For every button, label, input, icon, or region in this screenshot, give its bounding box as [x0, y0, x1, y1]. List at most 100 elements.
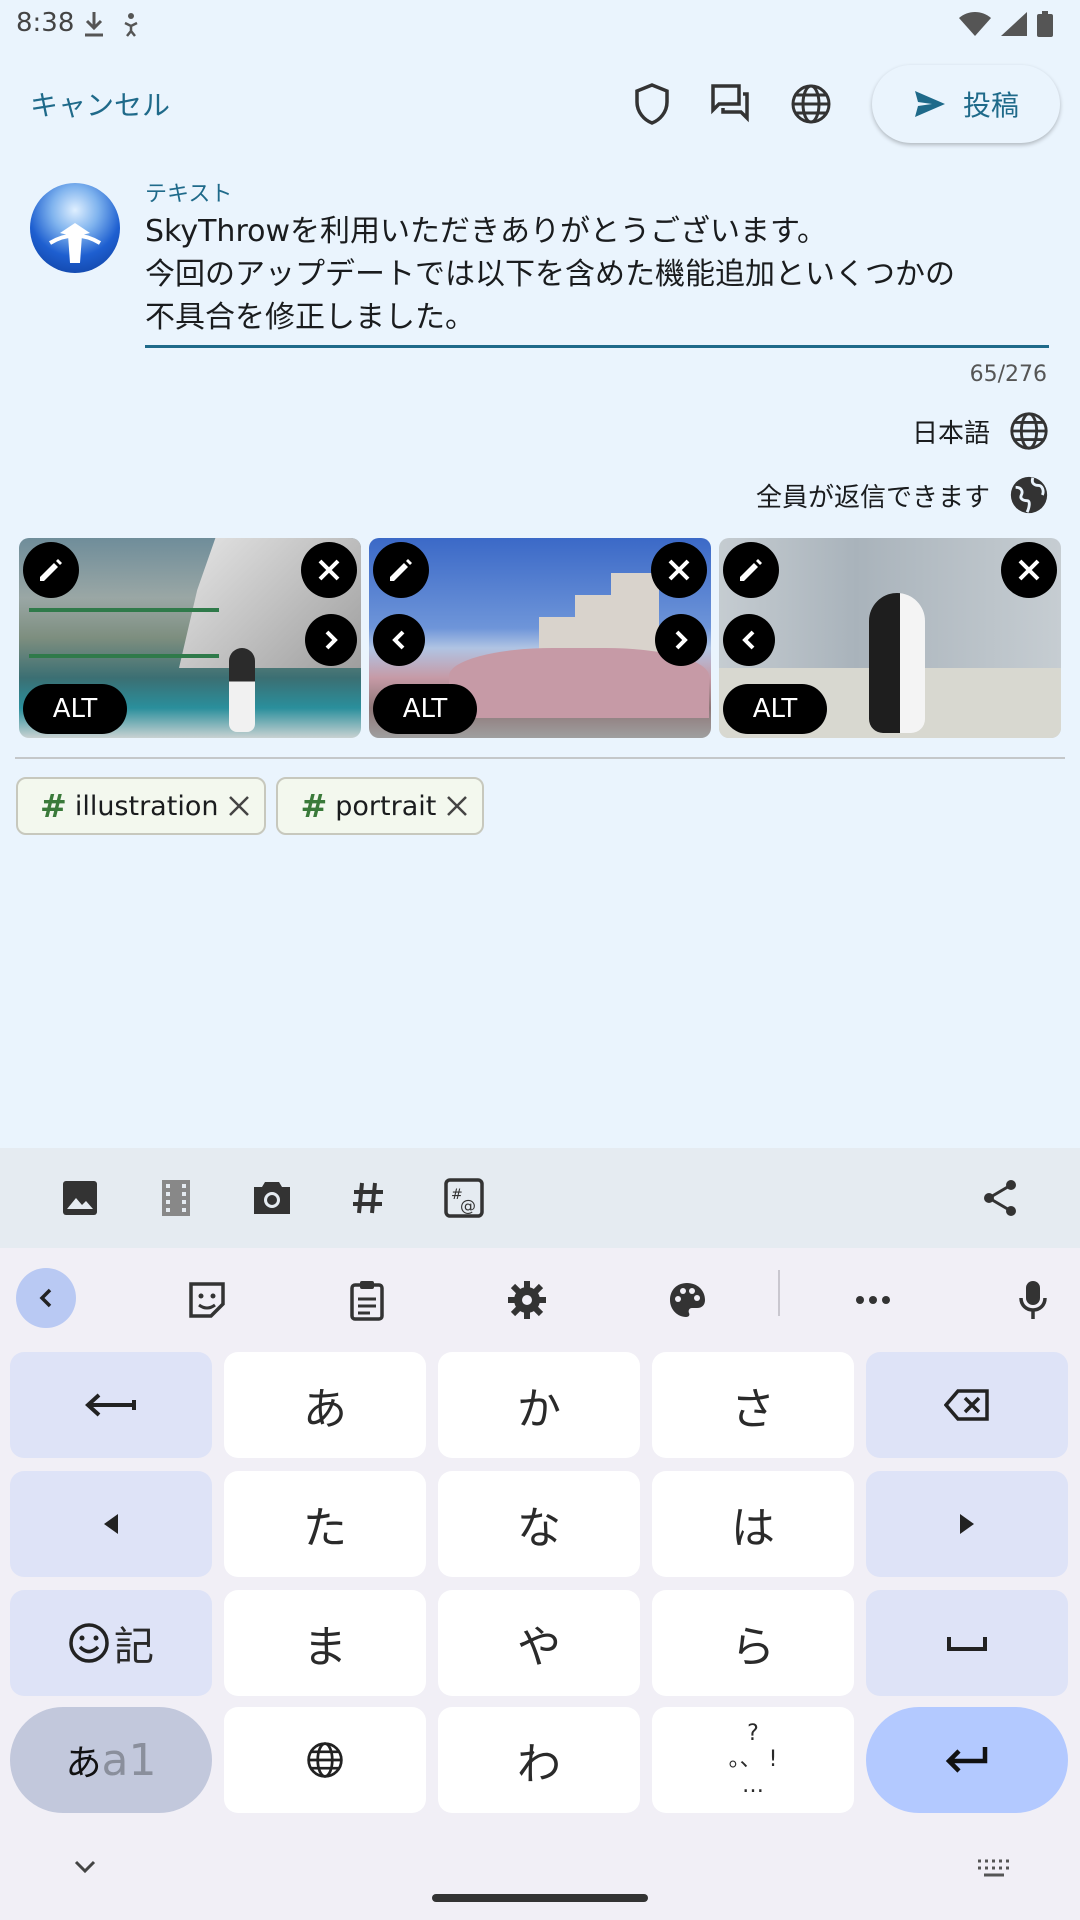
- move-right-button[interactable]: [305, 614, 357, 666]
- key-punctuation[interactable]: ? 。、 ! …: [652, 1707, 854, 1813]
- post-button[interactable]: 投稿: [872, 65, 1060, 143]
- hashtag-chip[interactable]: # portrait: [276, 777, 485, 835]
- key-wa[interactable]: わ: [438, 1707, 640, 1813]
- pencil-icon: [740, 559, 762, 581]
- key-emoji-symbols[interactable]: 記: [10, 1590, 212, 1696]
- hashtag-icon: #: [40, 787, 67, 825]
- fence-shape: [29, 608, 219, 658]
- punct-top: ?: [747, 1721, 759, 1746]
- key-space[interactable]: [866, 1590, 1068, 1696]
- language-label: 日本語: [911, 418, 990, 449]
- more-options-icon[interactable]: [845, 1272, 901, 1328]
- share-icon[interactable]: [976, 1174, 1024, 1222]
- key-ra[interactable]: ら: [652, 1590, 854, 1696]
- key-cursor-left[interactable]: [10, 1471, 212, 1577]
- top-app-bar: キャンセル 投稿: [0, 60, 1080, 148]
- key-a[interactable]: あ: [224, 1352, 426, 1458]
- media-thumbnail[interactable]: ALT: [19, 538, 361, 738]
- move-left-button[interactable]: [723, 614, 775, 666]
- alt-text-button[interactable]: ALT: [723, 684, 827, 734]
- pencil-icon: [390, 559, 412, 581]
- key-enter[interactable]: [866, 1707, 1068, 1813]
- enter-arrow-icon: [945, 1747, 988, 1773]
- mention-tag-icon[interactable]: # @: [440, 1174, 488, 1222]
- key-ma[interactable]: ま: [224, 1590, 426, 1696]
- edit-media-button[interactable]: [373, 542, 429, 598]
- key-cursor-right[interactable]: [866, 1471, 1068, 1577]
- image-icon[interactable]: [56, 1174, 104, 1222]
- language-globe-icon: [1010, 412, 1048, 450]
- shield-icon[interactable]: [628, 80, 676, 128]
- hashtag-chips: # illustration # portrait: [16, 777, 485, 835]
- key-backspace-left[interactable]: [10, 1352, 212, 1458]
- status-system-icons: [958, 10, 1054, 38]
- key-ha[interactable]: は: [652, 1471, 854, 1577]
- keyboard-switch-icon[interactable]: [976, 1858, 1012, 1878]
- triangle-left-icon: [104, 1514, 118, 1534]
- penguin-shape: [869, 593, 925, 733]
- key-input-mode[interactable]: あ a1: [10, 1707, 212, 1813]
- undo-arrow-icon: [85, 1393, 136, 1417]
- edit-media-button[interactable]: [23, 542, 79, 598]
- media-thumbnail[interactable]: ALT: [369, 538, 711, 738]
- clipboard-icon[interactable]: [339, 1272, 395, 1328]
- keyboard-back-button[interactable]: [16, 1268, 76, 1328]
- key-sa[interactable]: さ: [652, 1352, 854, 1458]
- alt-text-button[interactable]: ALT: [23, 684, 127, 734]
- key-ta[interactable]: た: [224, 1471, 426, 1577]
- status-time: 8:38: [16, 8, 75, 38]
- move-right-button[interactable]: [655, 614, 707, 666]
- close-icon: [668, 559, 690, 581]
- globe-icon[interactable]: [787, 80, 835, 128]
- home-indicator[interactable]: [432, 1894, 648, 1902]
- pencil-icon: [40, 559, 62, 581]
- compose-toolbar: # @: [0, 1148, 1080, 1248]
- cancel-button[interactable]: キャンセル: [30, 84, 170, 124]
- move-left-button[interactable]: [373, 614, 425, 666]
- key-na[interactable]: な: [438, 1471, 640, 1577]
- chevron-left-icon: [742, 630, 755, 650]
- remove-media-button[interactable]: [651, 542, 707, 598]
- public-earth-icon: [1010, 476, 1048, 514]
- close-icon[interactable]: [444, 793, 470, 819]
- edit-media-button[interactable]: [723, 542, 779, 598]
- hashtag-icon: #: [300, 787, 328, 825]
- alt-text-button[interactable]: ALT: [373, 684, 477, 734]
- video-icon[interactable]: [152, 1174, 200, 1222]
- hide-keyboard-chevron-icon[interactable]: [74, 1860, 96, 1874]
- status-bar: 8:38: [0, 0, 1080, 48]
- hashtag-chip[interactable]: # illustration: [16, 777, 267, 835]
- remove-media-button[interactable]: [1001, 542, 1057, 598]
- avatar[interactable]: [30, 183, 120, 273]
- character-counter: 65/276: [969, 362, 1047, 387]
- key-ka[interactable]: か: [438, 1352, 640, 1458]
- media-thumbnail[interactable]: ALT: [719, 538, 1061, 738]
- hashtag-icon[interactable]: [344, 1174, 392, 1222]
- post-text-input[interactable]: SkyThrowを利用いただきありがとうございます。 今回のアップデートでは以下…: [145, 210, 1050, 339]
- close-icon: [318, 559, 340, 581]
- smiley-icon: [69, 1623, 109, 1663]
- sticker-icon[interactable]: [179, 1272, 235, 1328]
- close-icon: [1018, 559, 1040, 581]
- language-selector[interactable]: 日本語: [912, 410, 1050, 452]
- remove-media-button[interactable]: [301, 542, 357, 598]
- keyboard-toolbar: [0, 1248, 1080, 1348]
- settings-gear-icon[interactable]: [499, 1272, 555, 1328]
- globe-icon: [307, 1742, 343, 1778]
- microphone-icon[interactable]: [1005, 1272, 1061, 1328]
- accessibility-icon: [124, 13, 138, 37]
- palette-icon[interactable]: [659, 1272, 715, 1328]
- media-attachments: ALT ALT ALT: [19, 538, 1061, 738]
- key-delete[interactable]: [866, 1352, 1068, 1458]
- camera-icon[interactable]: [248, 1174, 296, 1222]
- close-icon[interactable]: [226, 793, 252, 819]
- key-ya[interactable]: や: [438, 1590, 640, 1696]
- chevron-left-icon: [392, 630, 405, 650]
- space-icon: [947, 1637, 987, 1651]
- reply-setting-selector[interactable]: 全員が返信できます: [756, 474, 1050, 516]
- backspace-icon: [944, 1389, 989, 1421]
- mode-main-label: あ: [65, 1743, 102, 1784]
- key-language-switch[interactable]: [224, 1707, 426, 1813]
- software-keyboard: あ か さ た な は 記 ま や ら あ a1 わ ? 。、 ! …: [0, 1248, 1080, 1920]
- conversation-icon[interactable]: [707, 80, 755, 128]
